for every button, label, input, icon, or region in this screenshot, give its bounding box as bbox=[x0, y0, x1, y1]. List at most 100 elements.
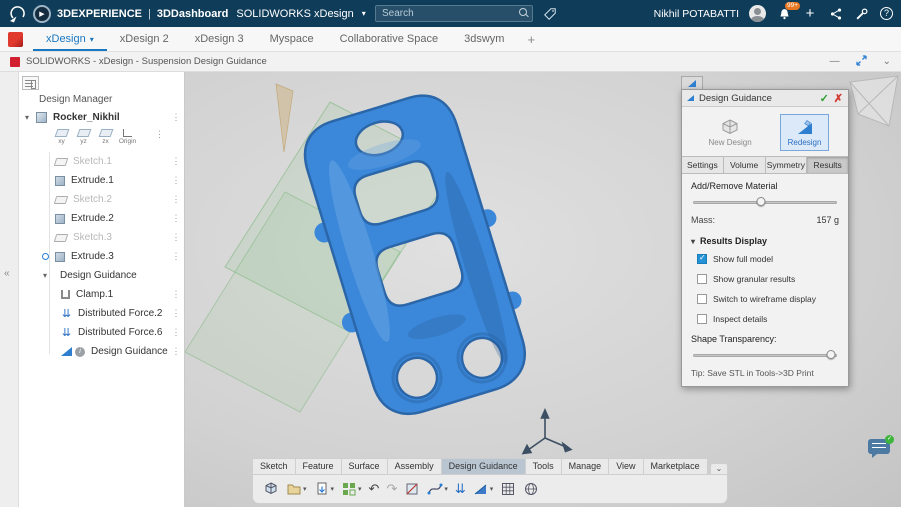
search-icon[interactable] bbox=[519, 8, 529, 18]
tab-settings[interactable]: Settings bbox=[682, 157, 724, 173]
flyout-caret-icon[interactable]: ▾ bbox=[303, 485, 307, 493]
flyout-caret-icon[interactable]: ▾ bbox=[358, 485, 362, 493]
dialog-tab[interactable] bbox=[681, 76, 703, 89]
transparency-slider[interactable] bbox=[693, 350, 837, 360]
expand-caret-icon[interactable]: ▾ bbox=[43, 271, 54, 280]
redo-button[interactable]: ↷ bbox=[385, 480, 398, 498]
origin-item[interactable]: Origin bbox=[119, 129, 136, 145]
tree-item-extrude-1[interactable]: Extrude.1 ⋮ bbox=[19, 171, 184, 190]
tab-xdesign-2[interactable]: xDesign 2 bbox=[107, 27, 182, 51]
material-slider-thumb[interactable] bbox=[756, 197, 766, 206]
pattern-grid-tool[interactable] bbox=[499, 480, 517, 498]
apply-button[interactable]: ✓ bbox=[820, 92, 829, 105]
tree-item-design-guidance-result[interactable]: i Design Guidance ... ⋮ bbox=[19, 342, 184, 361]
tab-collaborative-space[interactable]: Collaborative Space bbox=[327, 27, 451, 51]
tab-caret-icon[interactable]: ▾ bbox=[90, 35, 94, 44]
export-tool[interactable]: ▾ bbox=[313, 480, 336, 498]
share-button[interactable] bbox=[828, 5, 844, 23]
rollback-marker-icon[interactable] bbox=[42, 253, 49, 260]
results-display-section[interactable]: ▾ Results Display bbox=[691, 236, 839, 246]
tab-xdesign[interactable]: xDesign ▾ bbox=[33, 27, 107, 51]
tab-xdesign-3[interactable]: xDesign 3 bbox=[182, 27, 257, 51]
item-menu-button[interactable]: ⋮ bbox=[168, 112, 184, 123]
add-tab-button[interactable]: + bbox=[517, 27, 545, 51]
item-menu-button[interactable]: ⋮ bbox=[168, 289, 184, 300]
flyout-caret-icon[interactable]: ▾ bbox=[490, 485, 494, 493]
close-button[interactable]: ✗ bbox=[834, 92, 843, 105]
checkbox-inspect-details[interactable]: Inspect details bbox=[697, 314, 839, 324]
item-menu-button[interactable]: ⋮ bbox=[168, 251, 184, 262]
tree-root-rocker[interactable]: ▾ Rocker_Nikhil ⋮ bbox=[19, 108, 184, 126]
tree-item-clamp-1[interactable]: Clamp.1 ⋮ bbox=[19, 285, 184, 304]
design-guidance-tool[interactable]: ▾ bbox=[472, 480, 495, 498]
tree-item-sketch-1[interactable]: Sketch.1 ⋮ bbox=[19, 152, 184, 171]
item-menu-button[interactable]: ⋮ bbox=[168, 194, 184, 205]
checkbox-show-granular-results[interactable]: Show granular results bbox=[697, 274, 839, 284]
item-menu-button[interactable]: ⋮ bbox=[168, 175, 184, 186]
tree-item-sketch-3[interactable]: Sketch.3 ⋮ bbox=[19, 228, 184, 247]
apps-tool[interactable]: ▾ bbox=[340, 480, 363, 498]
section-view-tool[interactable] bbox=[403, 480, 421, 498]
flyout-caret-icon[interactable]: ▾ bbox=[331, 485, 335, 493]
tree-item-extrude-2[interactable]: Extrude.2 ⋮ bbox=[19, 209, 184, 228]
ribbon-tab-view[interactable]: View bbox=[608, 458, 643, 474]
ribbon-collapse-button[interactable]: ⌄ bbox=[709, 463, 729, 474]
tree-item-distributed-force-2[interactable]: ⇊ Distributed Force.2 ⋮ bbox=[19, 304, 184, 323]
tab-3dswym[interactable]: 3dswym bbox=[451, 27, 517, 51]
add-content-button[interactable]: + bbox=[802, 5, 818, 23]
item-menu-button[interactable]: ⋮ bbox=[168, 232, 184, 243]
checkbox-switch-to-wireframe[interactable]: Switch to wireframe display bbox=[697, 294, 839, 304]
checkbox[interactable] bbox=[697, 274, 707, 284]
redesign-mode-button[interactable]: Redesign bbox=[779, 114, 830, 151]
material-slider[interactable] bbox=[693, 197, 837, 207]
expand-caret-icon[interactable]: ▾ bbox=[25, 113, 36, 122]
tree-item-extrude-3[interactable]: Extrude.3 ⋮ bbox=[19, 247, 184, 266]
ribbon-tab-sketch[interactable]: Sketch bbox=[252, 458, 295, 474]
ribbon-tab-surface[interactable]: Surface bbox=[340, 458, 387, 474]
item-menu-button[interactable]: ⋮ bbox=[168, 156, 184, 167]
3ds-logo-icon[interactable] bbox=[8, 5, 27, 23]
tab-results[interactable]: Results bbox=[807, 157, 848, 173]
tab-symmetry[interactable]: Symmetry bbox=[766, 157, 808, 173]
plane-yz[interactable]: yz bbox=[75, 129, 92, 145]
collapse-window-button[interactable]: ⌄ bbox=[883, 56, 891, 67]
user-name[interactable]: Nikhil POTABATTI bbox=[654, 8, 739, 20]
distributed-load-tool[interactable]: ⇊ bbox=[454, 480, 467, 498]
notifications-button[interactable]: 99+ bbox=[776, 1, 800, 23]
ribbon-tab-marketplace[interactable]: Marketplace bbox=[642, 458, 707, 474]
part-import-tool[interactable] bbox=[262, 480, 280, 498]
tree-item-design-guidance[interactable]: ▾ Design Guidance bbox=[19, 266, 184, 285]
checkbox[interactable] bbox=[697, 314, 707, 324]
spline-tool[interactable]: ▾ bbox=[426, 480, 449, 498]
undo-button[interactable]: ↶ bbox=[368, 480, 381, 498]
tab-volume[interactable]: Volume bbox=[724, 157, 766, 173]
search-input[interactable] bbox=[375, 5, 533, 22]
tag-icon[interactable] bbox=[543, 7, 557, 21]
evaluate-globe-tool[interactable] bbox=[522, 480, 540, 498]
messaging-button[interactable]: ✓ bbox=[868, 435, 894, 459]
checkbox-show-full-model[interactable]: Show full model bbox=[697, 253, 839, 264]
item-menu-button[interactable]: ⋮ bbox=[155, 129, 164, 140]
item-menu-button[interactable]: ⋮ bbox=[168, 346, 184, 357]
plane-zx[interactable]: zx bbox=[97, 129, 114, 145]
app-switcher-caret-icon[interactable]: ▾ bbox=[362, 9, 366, 18]
open-tool[interactable]: ▾ bbox=[285, 480, 308, 498]
xdesign-app-icon[interactable]: ▶ bbox=[33, 4, 51, 23]
new-design-mode-button[interactable]: New Design bbox=[701, 114, 760, 151]
ribbon-tab-feature[interactable]: Feature bbox=[294, 458, 341, 474]
expand-button[interactable] bbox=[855, 54, 867, 69]
flyout-caret-icon[interactable]: ▾ bbox=[444, 485, 448, 493]
tools-wrench-icon[interactable] bbox=[854, 5, 870, 23]
section-expand-icon[interactable]: ▾ bbox=[691, 237, 695, 246]
transparency-slider-thumb[interactable] bbox=[826, 350, 836, 359]
tree-item-distributed-force-6[interactable]: ⇊ Distributed Force.6 ⋮ bbox=[19, 323, 184, 342]
checkbox[interactable] bbox=[697, 294, 707, 304]
tree-display-options-button[interactable] bbox=[22, 76, 39, 90]
help-button[interactable]: ? bbox=[880, 7, 893, 20]
ribbon-tab-design-guidance[interactable]: Design Guidance bbox=[440, 458, 525, 474]
minimize-button[interactable]: — bbox=[830, 56, 840, 67]
item-menu-button[interactable]: ⋮ bbox=[168, 213, 184, 224]
collapse-panel-handle[interactable]: « bbox=[4, 268, 10, 279]
checkbox[interactable] bbox=[697, 253, 707, 264]
tree-item-sketch-2[interactable]: Sketch.2 ⋮ bbox=[19, 190, 184, 209]
